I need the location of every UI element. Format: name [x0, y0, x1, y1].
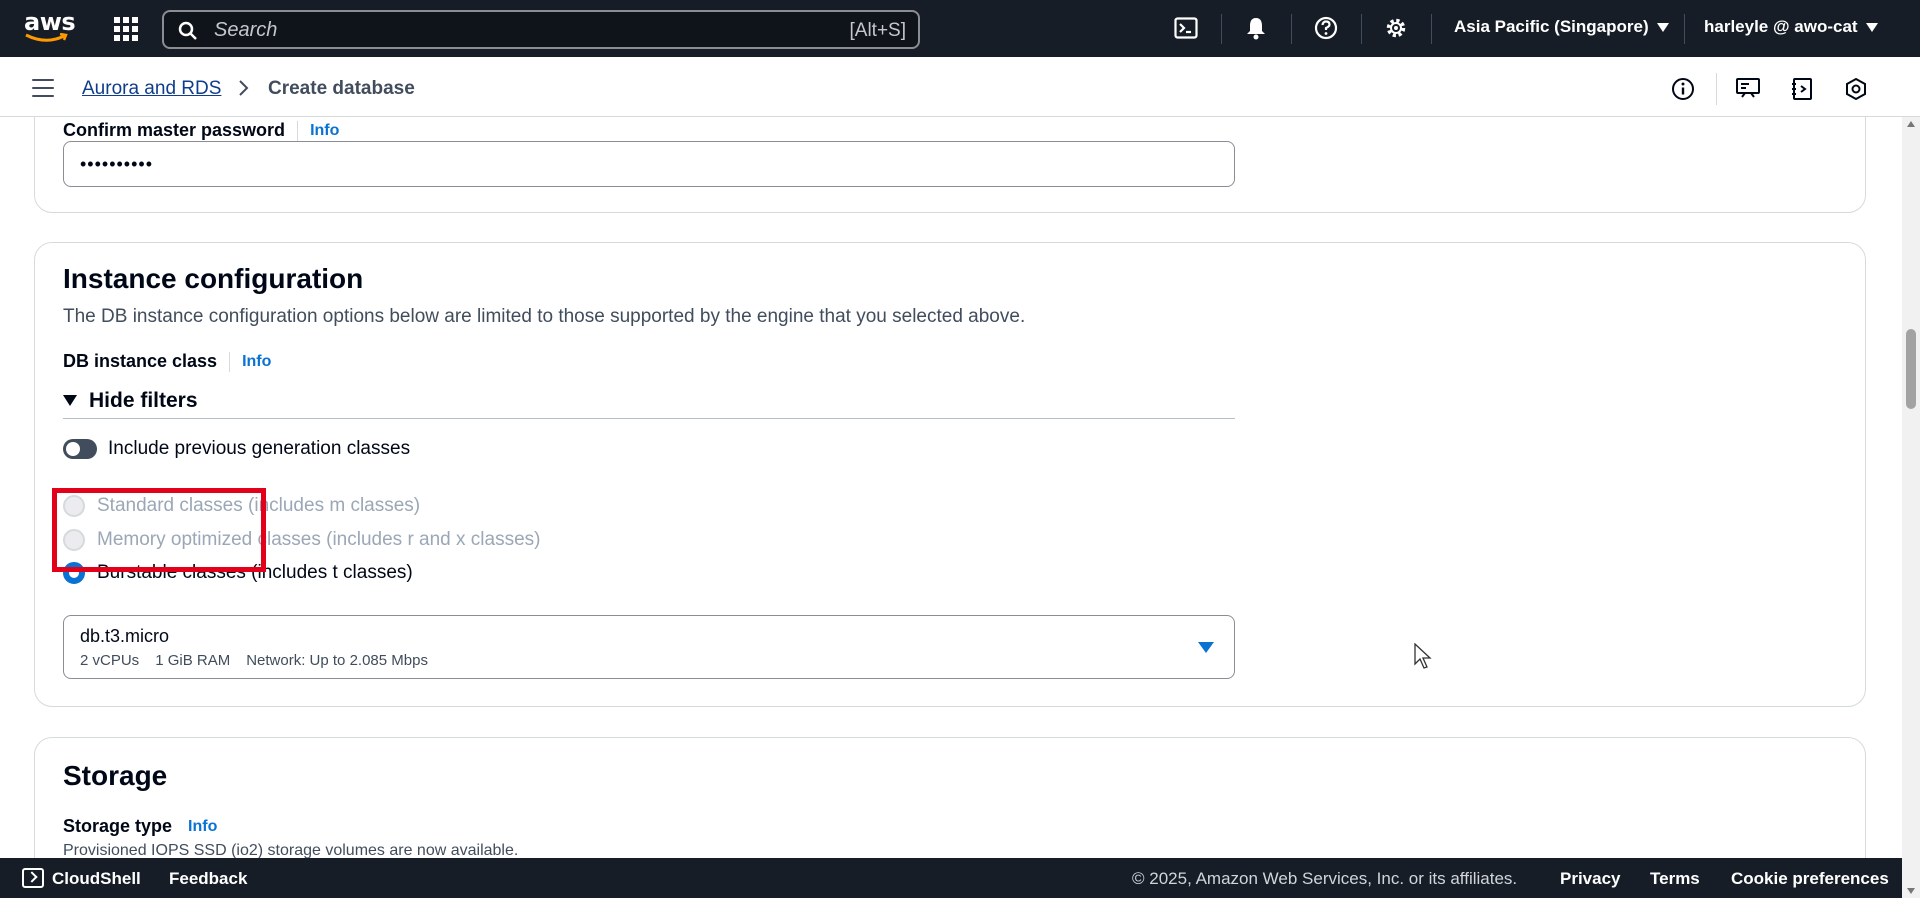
instance-class-specs: 2 vCPUs 1 GiB RAM Network: Up to 2.085 M…	[80, 652, 428, 669]
scrollbar-thumb[interactable]	[1906, 329, 1916, 409]
db-instance-class-label-text: DB instance class	[63, 351, 218, 371]
instance-configuration-panel: Instance configuration The DB instance c…	[34, 242, 1866, 707]
chevron-right-icon	[239, 80, 249, 96]
storage-heading: Storage	[63, 760, 168, 791]
search-input[interactable]	[214, 18, 774, 42]
dropdown-caret-icon	[1198, 642, 1214, 653]
spec-ram: 1 GiB RAM	[155, 652, 231, 669]
search-icon	[178, 21, 197, 40]
page-scrollbar[interactable]	[1902, 117, 1920, 898]
credentials-panel: Confirm master password Info ••••••••••	[34, 117, 1866, 213]
top-navigation: aws [Alt+S] Asia Pacific (Singapore) har…	[0, 0, 1920, 57]
confirm-password-value: ••••••••••	[80, 153, 154, 174]
db-instance-class-select[interactable]: db.t3.micro 2 vCPUs 1 GiB RAM Network: U…	[63, 615, 1235, 679]
settings-hex-icon[interactable]	[1842, 75, 1870, 103]
caret-down-icon	[63, 395, 77, 406]
previous-generation-toggle[interactable]	[63, 439, 97, 459]
db-instance-class-label: DB instance class Info	[63, 351, 271, 372]
region-selector[interactable]: Asia Pacific (Singapore)	[1454, 17, 1669, 37]
previous-generation-label: Include previous generation classes	[108, 438, 411, 459]
highlight-box	[52, 488, 266, 572]
info-panel-icon[interactable]	[1669, 75, 1697, 103]
hide-filters-toggle[interactable]: Hide filters	[63, 389, 1235, 419]
confirm-password-label-text: Confirm master password	[63, 120, 286, 140]
confirm-password-label: Confirm master password Info	[63, 120, 339, 141]
scroll-up-icon[interactable]	[1907, 121, 1915, 127]
storage-note: Provisioned IOPS SSD (io2) storage volum…	[63, 842, 519, 858]
cloudshell-icon[interactable]	[22, 868, 44, 888]
notes-icon[interactable]	[1788, 75, 1816, 103]
selected-instance-class: db.t3.micro	[80, 626, 170, 646]
cloudshell-icon[interactable]	[1172, 14, 1200, 42]
spec-network: Network: Up to 2.085 Mbps	[246, 652, 428, 669]
footer-copyright: © 2025, Amazon Web Services, Inc. or its…	[1132, 869, 1518, 888]
aws-logo[interactable]: aws	[22, 8, 76, 46]
search-shortcut-hint: [Alt+S]	[849, 20, 907, 41]
help-icon[interactable]	[1312, 14, 1340, 42]
footer-feedback-link[interactable]: Feedback	[169, 869, 247, 889]
aws-logo-text: aws	[24, 8, 76, 36]
account-label: harleyle @ awo-cat	[1704, 17, 1858, 36]
db-instance-class-info-link[interactable]: Info	[229, 351, 271, 372]
main-content: Confirm master password Info •••••••••• …	[0, 117, 1902, 858]
hide-filters-label: Hide filters	[89, 388, 198, 412]
chevron-down-icon	[1656, 22, 1669, 32]
footer-terms-link[interactable]: Terms	[1650, 869, 1700, 889]
storage-panel: Storage Storage type Info Provisioned IO…	[34, 737, 1866, 858]
chevron-down-icon	[1865, 22, 1878, 32]
gear-icon[interactable]	[1382, 14, 1410, 42]
breadcrumb-bar: Aurora and RDS Create database	[0, 57, 1920, 117]
spec-vcpus: 2 vCPUs	[80, 652, 140, 669]
storage-type-label: Storage type Info	[63, 816, 217, 837]
bell-icon[interactable]	[1242, 14, 1270, 42]
footer-cloudshell-link[interactable]: CloudShell	[52, 869, 141, 889]
confirm-password-info-link[interactable]: Info	[297, 120, 339, 141]
breadcrumb-service-link[interactable]: Aurora and RDS	[82, 78, 221, 100]
region-label: Asia Pacific (Singapore)	[1454, 17, 1649, 36]
footer-cookie-preferences-link[interactable]: Cookie preferences	[1731, 869, 1889, 889]
scroll-down-icon[interactable]	[1907, 888, 1915, 894]
previous-generation-row: Include previous generation classes	[63, 438, 410, 460]
menu-icon[interactable]	[32, 79, 54, 97]
account-menu[interactable]: harleyle @ awo-cat	[1704, 17, 1878, 37]
footer: CloudShell Feedback © 2025, Amazon Web S…	[0, 858, 1902, 898]
footer-privacy-link[interactable]: Privacy	[1560, 869, 1621, 889]
services-grid-icon[interactable]	[114, 17, 138, 41]
storage-type-info-link[interactable]: Info	[184, 817, 217, 837]
tutorial-icon[interactable]	[1734, 75, 1762, 103]
confirm-password-input[interactable]: ••••••••••	[63, 141, 1235, 187]
mouse-cursor-icon	[1414, 642, 1432, 674]
storage-type-label-text: Storage type	[63, 816, 173, 836]
breadcrumb-current: Create database	[268, 78, 415, 99]
instance-configuration-heading: Instance configuration	[63, 263, 364, 294]
instance-configuration-description: The DB instance configuration options be…	[63, 306, 1026, 327]
search-bar[interactable]: [Alt+S]	[162, 10, 920, 49]
